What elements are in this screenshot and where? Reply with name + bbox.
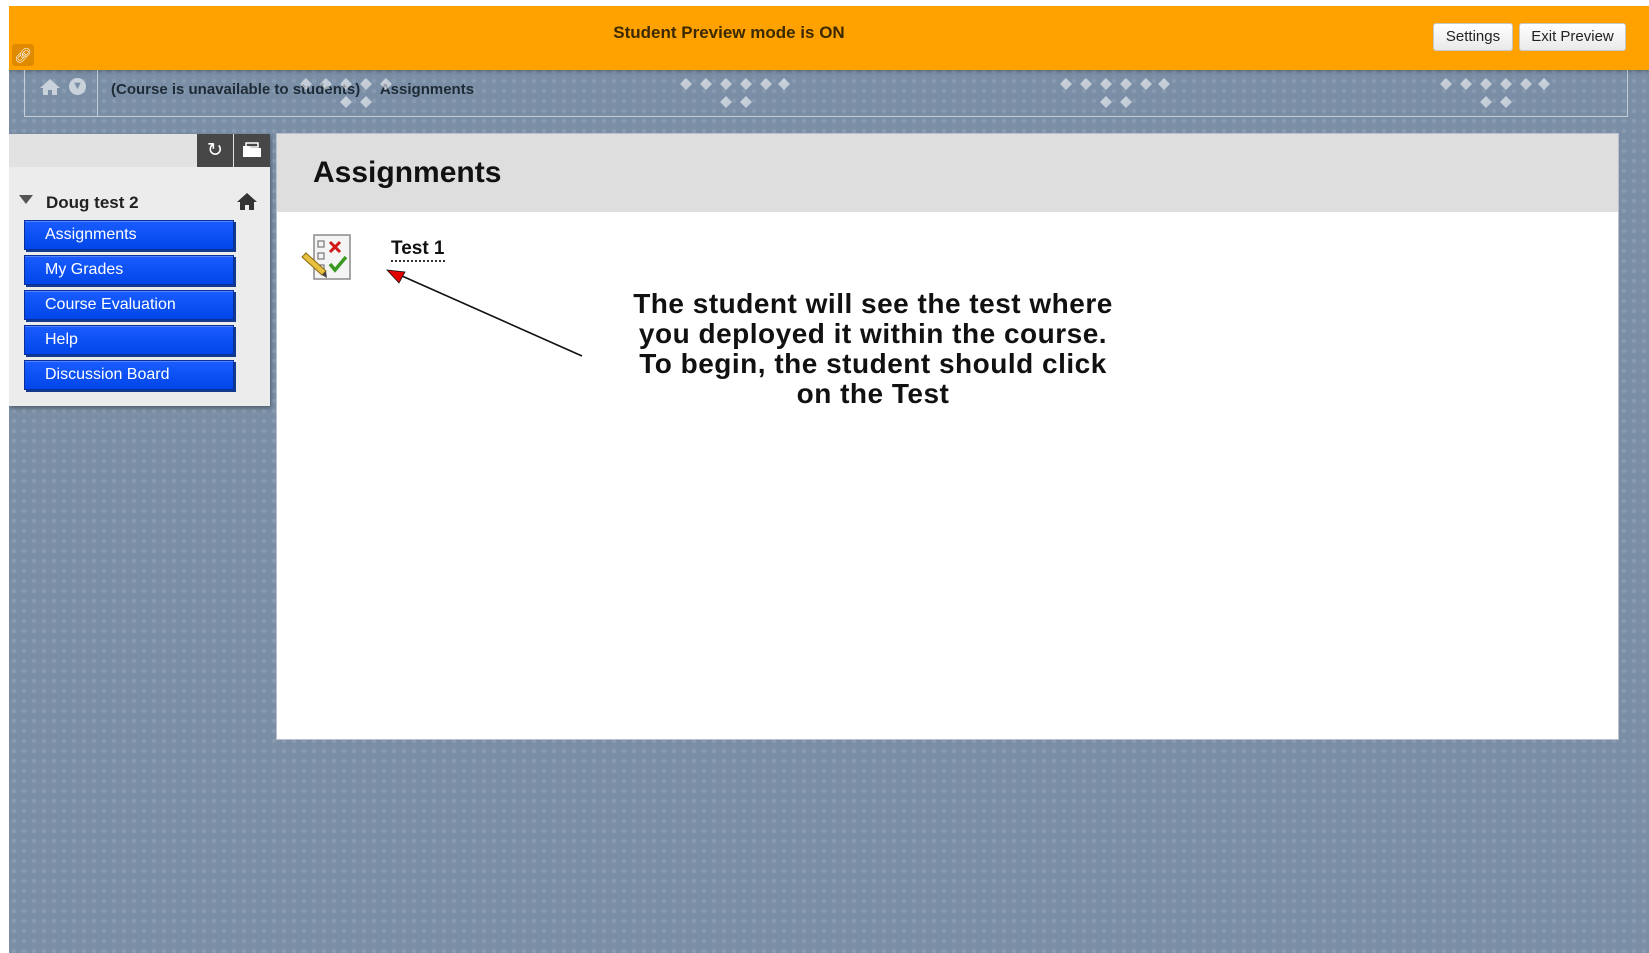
tutorial-annotation: The student will see the test where you … [608,289,1138,409]
folder-view-icon[interactable] [234,134,270,167]
course-title[interactable]: Doug test 2 [46,193,139,213]
chevron-down-icon[interactable]: ▼ [69,78,86,95]
link-icon[interactable]: 🔗︎ [12,44,34,66]
decorative-pattern [300,78,392,108]
menu-item-course-evaluation[interactable]: Course Evaluation [24,290,234,320]
breadcrumb-bar: ▼ (Course is unavailable to students) As… [24,70,1628,117]
course-menu-toolbar: ↻ [9,134,270,167]
preview-mode-title: Student Preview mode is ON [613,23,845,42]
student-preview-banner: 🔗︎ Student Preview mode is ON Settings E… [9,6,1649,70]
home-icon[interactable] [236,192,258,211]
home-icon[interactable] [39,78,61,96]
annotation-line: To begin, the student should click [639,348,1107,379]
course-header: Doug test 2 [9,190,270,216]
collapse-arrow-icon[interactable] [19,195,33,205]
refresh-icon[interactable]: ↻ [197,134,233,167]
menu-item-my-grades[interactable]: My Grades [24,255,234,285]
decorative-pattern [1440,78,1550,108]
exit-preview-button[interactable]: Exit Preview [1519,23,1626,51]
annotation-line: you deployed it within the course. [638,318,1108,349]
decorative-pattern [680,78,790,108]
course-menu-panel: ↻ Doug test 2 Assignments My Grades Cour… [9,134,270,406]
menu-item-help[interactable]: Help [24,325,234,355]
settings-button[interactable]: Settings [1433,23,1513,51]
content-area: Assignments Test 1 The student will see … [276,133,1619,740]
page-frame: 🔗︎ Student Preview mode is ON Settings E… [9,6,1649,953]
breadcrumb-icons: ▼ [25,70,98,116]
annotation-line: on the Test [796,378,950,409]
annotation-line: The student will see the test where [633,288,1113,319]
menu-item-assignments[interactable]: Assignments [24,220,234,250]
menu-item-discussion-board[interactable]: Discussion Board [24,360,234,390]
course-menu-list: Assignments My Grades Course Evaluation … [24,220,234,395]
decorative-pattern [1060,78,1170,108]
